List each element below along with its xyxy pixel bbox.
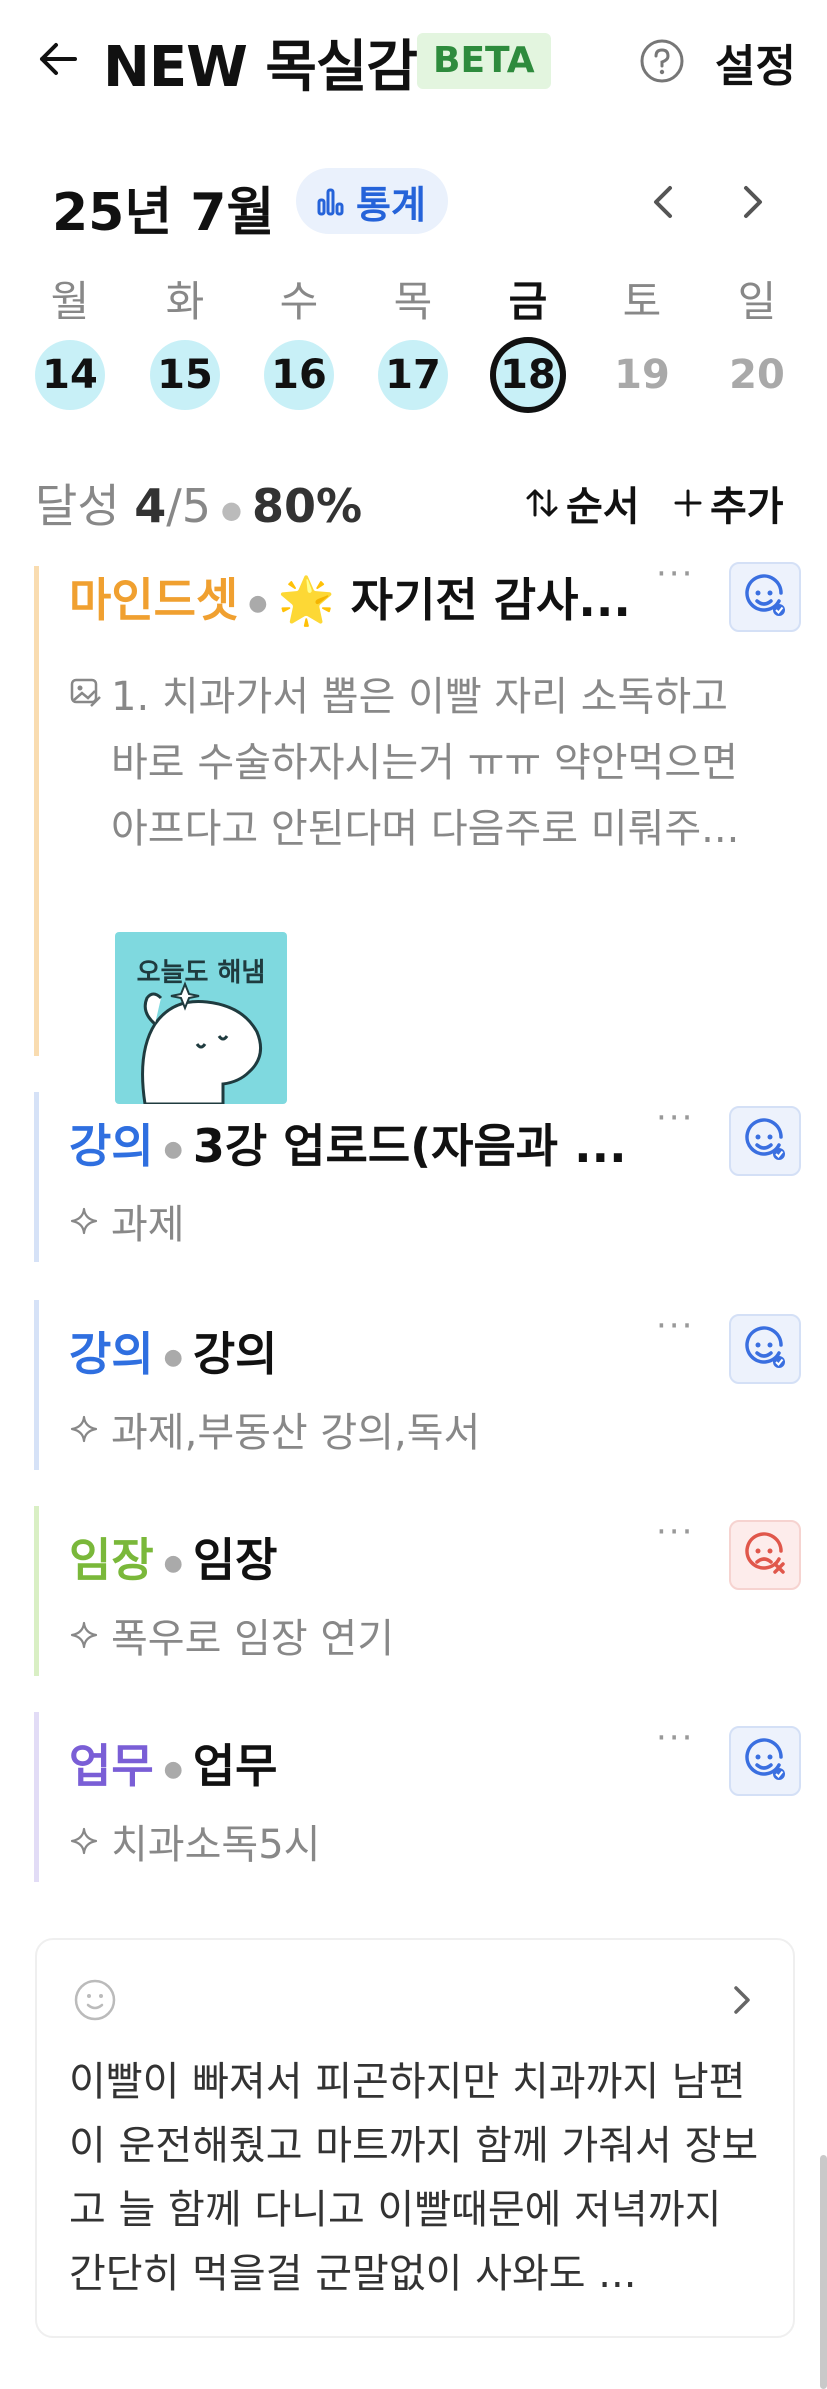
day-wed[interactable]: 수 16 — [259, 272, 339, 410]
next-week-icon[interactable] — [734, 180, 770, 224]
habit-sub: 폭우로 임장 연기 — [69, 1606, 394, 1664]
separator-dot: ● — [163, 1757, 183, 1782]
day-fri[interactable]: 금 18 — [488, 272, 568, 413]
day-name: 수 — [279, 277, 319, 326]
beta-badge: BETA — [417, 33, 551, 89]
habit-name: 🌟 자기전 감사... — [277, 573, 631, 627]
day-name: 일 — [737, 277, 777, 326]
habit-sub: 치과소독5시 — [69, 1812, 320, 1870]
day-name: 목 — [393, 277, 433, 326]
habit-card[interactable]: 업무 ● 업무 ··· 치과소독5시 — [34, 1712, 801, 1882]
achievement-percent: 80% — [252, 479, 363, 533]
more-icon[interactable]: ··· — [656, 1718, 694, 1758]
more-icon[interactable]: ··· — [656, 1306, 694, 1346]
smile-icon — [74, 1979, 116, 2021]
scrollbar[interactable] — [820, 2155, 827, 2389]
stats-button[interactable]: 통계 — [296, 168, 448, 234]
habit-category: 강의 — [69, 1119, 154, 1173]
sparkle-icon — [70, 1415, 98, 1443]
mood-success-icon[interactable] — [729, 562, 801, 632]
day-name: 금 — [508, 277, 548, 326]
habit-category: 업무 — [69, 1739, 154, 1793]
habit-card[interactable]: 마인드셋 ● 🌟 자기전 감사... ··· 1. 치과가서 뽑은 이빨 자리 소독… — [34, 554, 801, 1104]
separator-dot: ● — [163, 1551, 183, 1576]
habit-card[interactable]: 강의 ● 강의 ··· 과제,부동산 강의,독서 — [34, 1300, 801, 1470]
stats-label: 통계 — [356, 182, 426, 227]
mood-success-icon[interactable] — [729, 1726, 801, 1796]
habit-category: 강의 — [69, 1327, 154, 1381]
more-icon[interactable]: ··· — [656, 554, 694, 594]
cartoon-character-icon — [141, 981, 263, 1104]
month-label: 25년 7월 — [52, 183, 275, 243]
separator-dot: ● — [163, 1345, 183, 1370]
achievement-summary: 달성 4/5 ● 80% — [35, 470, 362, 536]
prev-week-icon[interactable] — [646, 180, 682, 224]
achievement-done: 4 — [134, 479, 167, 533]
habit-sub-text: 치과소독5시 — [111, 1822, 321, 1868]
mood-success-icon[interactable] — [729, 1106, 801, 1176]
sparkle-icon — [70, 1621, 98, 1649]
habit-card[interactable]: 임장 ● 임장 ··· 폭우로 임장 연기 — [34, 1506, 801, 1676]
day-sat[interactable]: 토 19 — [602, 272, 682, 410]
add-label: 추가 — [710, 484, 784, 530]
app-title: NEW 목실감 — [103, 35, 418, 100]
mood-fail-icon[interactable] — [729, 1520, 801, 1590]
order-label: 순서 — [566, 484, 640, 530]
order-button[interactable]: 순서 — [524, 474, 640, 532]
sparkle-icon — [70, 1207, 98, 1235]
day-tue[interactable]: 화 15 — [145, 272, 225, 410]
day-sun[interactable]: 일 20 — [717, 272, 797, 410]
day-name: 토 — [622, 277, 662, 326]
achievement-total: /5 — [166, 479, 212, 533]
achievement-label: 달성 — [35, 479, 120, 533]
habit-name: 강의 — [192, 1327, 278, 1381]
day-number: 14 — [35, 340, 105, 410]
habit-sub: 과제 — [69, 1192, 185, 1250]
habit-sub-text: 과제,부동산 강의,독서 — [111, 1410, 481, 1456]
habit-card[interactable]: 강의 ● 3강 업로드(자음과 ... ··· 과제 — [34, 1092, 801, 1262]
chevron-right-icon[interactable] — [727, 1980, 757, 2020]
settings-button[interactable]: 설정 — [715, 30, 796, 94]
more-icon[interactable]: ··· — [656, 1098, 694, 1138]
habit-category: 임장 — [69, 1533, 154, 1587]
help-icon[interactable] — [639, 38, 685, 84]
back-arrow-icon[interactable] — [38, 30, 86, 88]
habit-sub-text: 과제 — [111, 1202, 185, 1248]
day-name: 화 — [165, 277, 205, 326]
separator-dot: ● — [163, 1137, 183, 1162]
day-number: 17 — [378, 340, 448, 410]
habit-name: 임장 — [192, 1533, 278, 1587]
day-number: 20 — [729, 352, 785, 398]
sort-arrows-icon — [526, 489, 558, 517]
habit-name: 업무 — [192, 1739, 278, 1793]
day-number: 19 — [614, 352, 670, 398]
day-thu[interactable]: 목 17 — [373, 272, 453, 410]
day-mon[interactable]: 월 14 — [30, 272, 110, 410]
week-strip: 월 14 화 15 수 16 목 17 금 18 토 19 일 20 — [30, 272, 800, 413]
diary-text: 이빨이 빠져서 피곤하지만 치과까지 남편이 운전해줬고 마트까지 함께 가줘서… — [69, 2059, 759, 2297]
day-name: 월 — [50, 277, 90, 326]
habit-name: 3강 업로드(자음과 ... — [192, 1119, 627, 1173]
more-icon[interactable]: ··· — [656, 1512, 694, 1552]
habit-category: 마인드셋 — [69, 573, 239, 627]
day-number: 18 — [490, 337, 566, 413]
separator-dot: ● — [248, 591, 268, 616]
sparkle-icon — [70, 1827, 98, 1855]
habit-memo: 1. 치과가서 뽑은 이빨 자리 소독하고 바로 수술하자시는거 ㅠㅠ 약안먹으… — [69, 664, 769, 862]
habit-sub-text: 폭우로 임장 연기 — [111, 1616, 395, 1662]
memo-image[interactable]: 오늘도 해냄 — [115, 932, 287, 1104]
diary-card[interactable]: 이빨이 빠져서 피곤하지만 치과까지 남편이 운전해줬고 마트까지 함께 가줘서… — [35, 1938, 795, 2338]
separator-dot: ● — [221, 495, 242, 524]
day-number: 15 — [150, 340, 220, 410]
habit-sub: 과제,부동산 강의,독서 — [69, 1400, 480, 1458]
day-number: 16 — [264, 340, 334, 410]
habit-memo-text: 1. 치과가서 뽑은 이빨 자리 소독하고 바로 수술하자시는거 ㅠㅠ 약안먹으… — [111, 674, 740, 852]
bar-chart-icon — [317, 188, 344, 216]
plus-icon — [674, 489, 702, 517]
mood-success-icon[interactable] — [729, 1314, 801, 1384]
add-button[interactable]: 추가 — [672, 474, 784, 532]
memo-image-icon — [70, 678, 101, 707]
